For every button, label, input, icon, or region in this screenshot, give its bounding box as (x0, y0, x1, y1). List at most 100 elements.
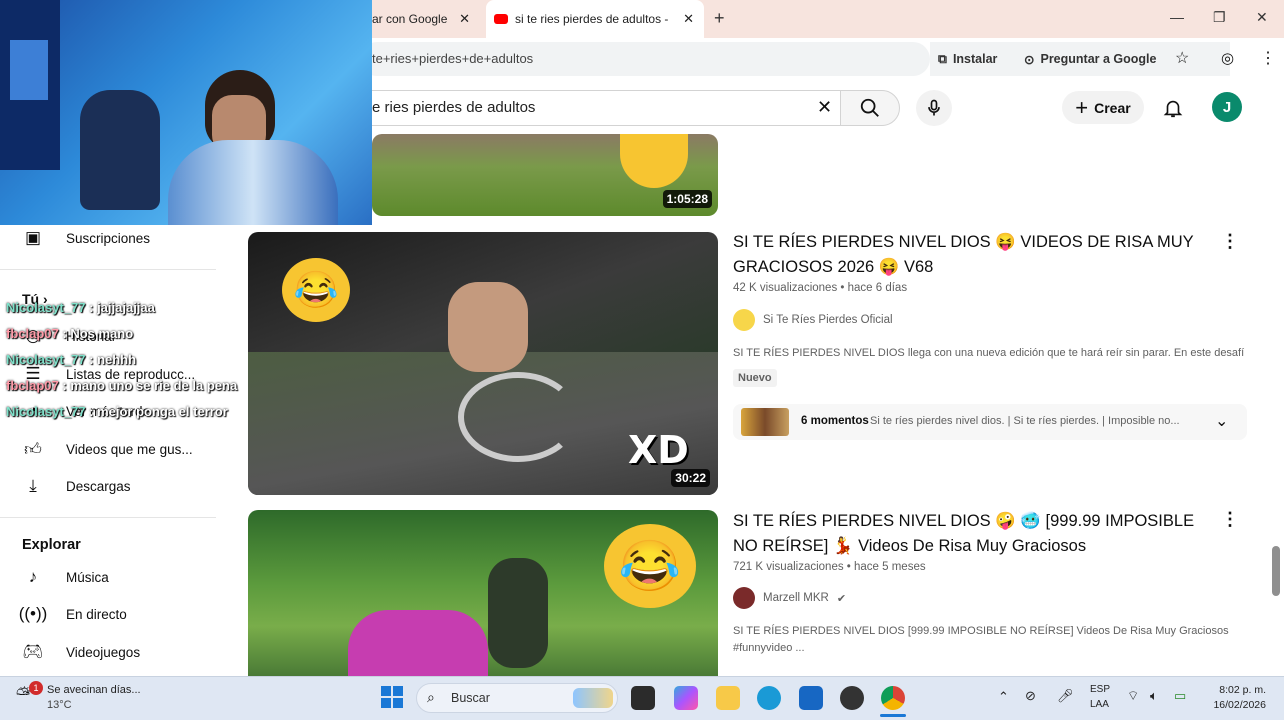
live-broadcast-icon: ((•)) (18, 604, 48, 623)
language-code[interactable]: ESP (1090, 684, 1110, 695)
voice-search-button[interactable] (916, 90, 952, 126)
new-badge: Nuevo (733, 369, 777, 387)
sidebar-item-downloads[interactable]: ⤓ Descargas (22, 475, 131, 497)
sidebar-item-music[interactable]: ♪ Música (22, 566, 109, 588)
clear-search-icon[interactable]: ✕ (817, 97, 832, 118)
gamepad-icon: 🎮︎ (22, 642, 44, 661)
ask-google-button[interactable]: ⊙ Preguntar a Google (1024, 48, 1156, 70)
sidebar-divider (0, 269, 216, 270)
thumb-motorbike-shape (348, 610, 488, 676)
video-thumbnail[interactable]: 1:05:28 (372, 134, 718, 216)
scrollbar-thumb[interactable] (1272, 546, 1280, 596)
close-tab-icon[interactable]: ✕ (683, 11, 694, 27)
search-icon: ⌕ (427, 689, 435, 705)
chevron-down-icon[interactable]: ⌄ (1215, 411, 1228, 431)
chat-message: fbclap07 : Nos mano (6, 326, 134, 341)
video-description: SI TE RÍES PIERDES NIVEL DIOS [999.99 IM… (733, 625, 1229, 654)
moments-text: Si te ríes pierdes nivel dios. | Si te r… (870, 415, 1180, 427)
weather-text[interactable]: Se avecinan días... (47, 684, 141, 696)
sidebar-item-label: Videos que me gus... (66, 441, 193, 457)
video-title[interactable]: SI TE RÍES PIERDES NIVEL DIOS 😝 VIDEOS D… (733, 230, 1203, 280)
video-duration: 30:22 (671, 469, 710, 487)
video-meta: 721 K visualizaciones • hace 5 meses (733, 561, 926, 573)
more-menu-icon[interactable]: ⋮ (1260, 48, 1276, 68)
wifi-icon[interactable]: ⌔ (1127, 688, 1139, 704)
account-avatar[interactable]: J (1212, 92, 1242, 122)
file-explorer-icon[interactable] (716, 686, 740, 710)
channel-link[interactable]: Si Te Ríes Pierdes Oficial (733, 309, 893, 331)
maximize-icon[interactable]: ❐ (1213, 9, 1226, 26)
channel-name: Marzell MKR (763, 592, 829, 604)
sidebar-item-label: Música (66, 569, 109, 585)
music-note-icon: ♪ (28, 567, 38, 586)
search-button[interactable] (840, 90, 900, 126)
chat-text: nehhh (97, 352, 137, 367)
task-view-icon[interactable] (631, 686, 655, 710)
url-text[interactable]: te+ries+pierdes+de+adultos (372, 51, 533, 66)
laughing-emoji-icon: 😂 (282, 258, 350, 322)
youtube-favicon-icon (494, 14, 508, 24)
moments-thumbnail (741, 408, 789, 436)
ask-google-label: Preguntar a Google (1040, 52, 1157, 66)
network-off-icon[interactable]: ⊘ (1025, 688, 1036, 704)
video-thumbnail[interactable]: 😂 (248, 510, 718, 676)
chat-user: Nicolasyt_77 (6, 300, 86, 315)
windows-start-icon[interactable] (381, 686, 403, 708)
language-layout: LAA (1090, 699, 1109, 710)
create-button[interactable]: + Crear (1062, 91, 1144, 124)
sidebar-item-liked[interactable]: 👍︎ Videos que me gus... (22, 438, 193, 460)
notification-count-badge: 1 (29, 681, 43, 695)
clock-time[interactable]: 8:02 p. m. (1206, 684, 1266, 696)
microphone-icon (928, 99, 940, 116)
minimize-icon[interactable]: — (1170, 9, 1184, 25)
sidebar-item-live[interactable]: ((•)) En directo (18, 603, 127, 625)
close-tab-icon[interactable]: ✕ (459, 11, 470, 27)
sidebar-divider (0, 517, 216, 518)
thumb-overlay-text: XD (628, 428, 689, 472)
video-title[interactable]: SI TE RÍES PIERDES NIVEL DIOS 🤪 🥶 [999.9… (733, 509, 1213, 559)
taskbar-search[interactable]: ⌕ Buscar (416, 683, 618, 713)
subscriptions-icon: ▣ (24, 228, 42, 247)
store-icon[interactable] (799, 686, 823, 710)
microphone-tray-icon[interactable]: 🎤︎ (1057, 688, 1074, 704)
chat-text: mejor ponga el terror (97, 404, 228, 419)
bookmark-star-icon[interactable]: ☆ (1175, 48, 1189, 68)
sidebar-item-gaming[interactable]: 🎮︎ Videojuegos (22, 641, 140, 663)
key-moments-row[interactable]: 6 momentos Si te ríes pierdes nivel dios… (733, 404, 1247, 440)
more-actions-icon[interactable]: ⋮ (1221, 231, 1239, 252)
moments-label: 6 momentos (801, 415, 869, 427)
browser-tab-active[interactable]: si te ries pierdes de adultos - Yo ✕ (486, 0, 704, 38)
close-window-icon[interactable]: ✕ (1256, 9, 1268, 26)
sidebar-item-label: Descargas (66, 478, 131, 494)
thumb-bike-wheel-shape (458, 372, 578, 462)
new-tab-button[interactable]: + (714, 8, 725, 29)
notifications-button[interactable] (1162, 96, 1184, 125)
search-input[interactable]: e ries pierdes de adultos (372, 99, 535, 116)
volume-icon[interactable]: 🔈︎ (1150, 688, 1158, 704)
install-label: Instalar (952, 52, 998, 66)
clock-date: 16/02/2026 (1213, 699, 1266, 711)
thumb-rider-shape (488, 558, 548, 668)
more-actions-icon[interactable]: ⋮ (1221, 509, 1239, 530)
chat-user: Nicolasyt_77 (6, 352, 86, 367)
chrome-icon[interactable] (881, 686, 905, 710)
channel-link[interactable]: Marzell MKR ✔ (733, 587, 846, 609)
edge-browser-icon[interactable] (757, 686, 781, 710)
webcam-chair-shape (80, 90, 160, 210)
obs-icon[interactable] (840, 686, 864, 710)
video-meta: 42 K visualizaciones • hace 6 días (733, 282, 908, 294)
profile-icon[interactable]: ◎ (1221, 49, 1234, 67)
chat-message: Nicolasyt_77 : nehhh (6, 352, 137, 367)
video-thumbnail[interactable]: 😂 XD 30:22 (248, 232, 718, 495)
page-scrollbar[interactable] (1272, 86, 1280, 670)
sidebar-heading-explore: Explorar (22, 537, 81, 553)
chevron-up-icon[interactable]: ⌃ (998, 689, 1009, 705)
verified-icon: ✔ (836, 592, 847, 605)
chat-message: Nicolasyt_77 : jajjajajjaa (6, 300, 155, 315)
sidebar-item-subscriptions[interactable]: ▣ Suscripciones (22, 227, 150, 249)
copilot-icon[interactable] (674, 686, 698, 710)
browser-tab[interactable]: ar con Google ✕ (372, 0, 480, 38)
install-button[interactable]: ⧉ Instalar (938, 48, 997, 70)
webcam-window-pane (10, 40, 48, 100)
battery-icon[interactable]: ▭ (1174, 688, 1186, 704)
